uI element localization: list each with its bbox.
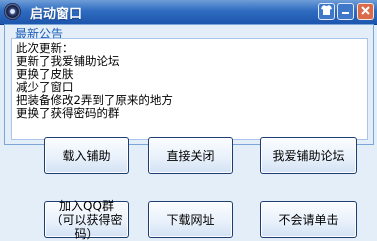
forum-button[interactable]: 我爱铺助论坛 [260,137,357,174]
title-bar[interactable]: 启动窗口 [0,0,377,25]
app-icon [4,3,21,20]
close-direct-button[interactable]: 直接关闭 [148,137,233,174]
join-qq-group-button[interactable]: 加入QQ群（可以获得密码） [44,199,129,241]
download-url-button[interactable]: 下载网址 [148,201,233,238]
shirt-icon [321,5,332,18]
notice-textarea[interactable]: 此次更新： 更新了我爱铺助论坛 更换了皮肤 减少了窗口 把装备修改2弄到了原来的… [11,38,368,140]
close-button[interactable] [357,3,374,20]
load-helper-button[interactable]: 载入铺助 [44,137,129,174]
minimize-icon [341,6,350,18]
minimize-button[interactable] [337,3,354,20]
close-icon [361,6,370,17]
help-button[interactable]: 不会请单击 [260,201,357,238]
skin-button[interactable] [318,3,335,20]
notice-group: 最新公告 此次更新： 更新了我爱铺助论坛 更换了皮肤 减少了窗口 把装备修改2弄… [4,24,374,145]
notice-line: 更换了获得密码的群 [16,106,120,120]
window-title: 启动窗口 [30,7,83,22]
